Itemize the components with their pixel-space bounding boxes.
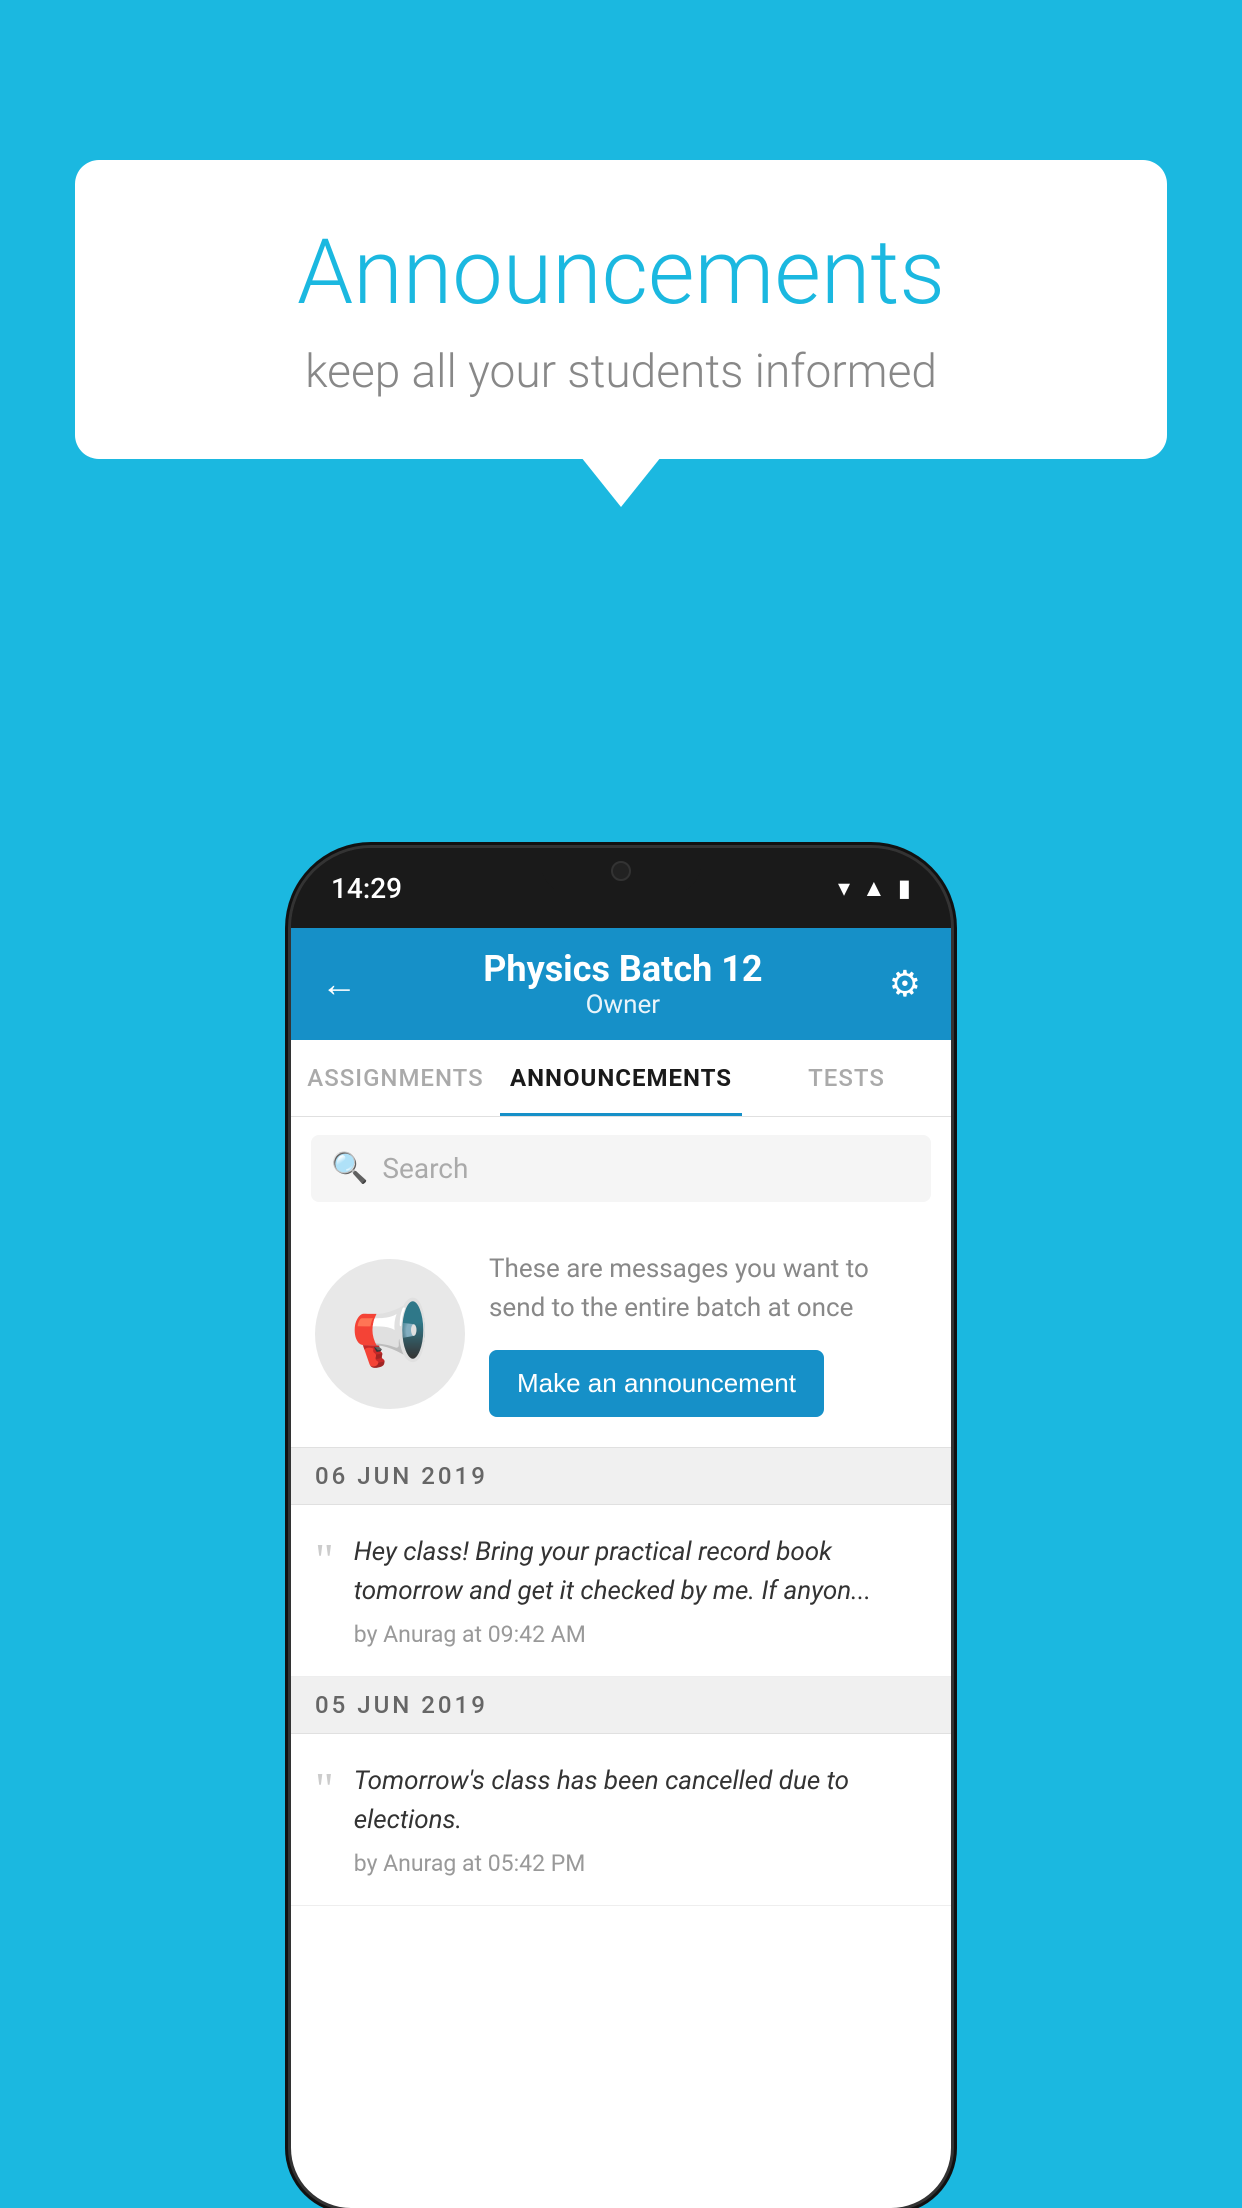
promo-icon-circle: 📢 xyxy=(315,1259,465,1409)
megaphone-icon: 📢 xyxy=(350,1296,430,1371)
search-icon: 🔍 xyxy=(331,1151,368,1186)
speech-bubble-card: Announcements keep all your students inf… xyxy=(75,160,1167,459)
battery-icon: ▮ xyxy=(898,874,911,902)
promo-section: 📢 These are messages you want to send to… xyxy=(291,1220,951,1448)
promo-text-area: These are messages you want to send to t… xyxy=(489,1250,927,1417)
camera-dot xyxy=(611,861,631,881)
announcement-text-2: Tomorrow's class has been cancelled due … xyxy=(354,1762,927,1840)
announcement-item-2[interactable]: " Tomorrow's class has been cancelled du… xyxy=(291,1734,951,1906)
announcement-meta-2: by Anurag at 05:42 PM xyxy=(354,1850,927,1877)
announcement-text-1: Hey class! Bring your practical record b… xyxy=(354,1533,927,1611)
phone-notch xyxy=(541,848,701,894)
announcement-meta-1: by Anurag at 09:42 AM xyxy=(354,1621,927,1648)
speech-bubble-section: Announcements keep all your students inf… xyxy=(75,160,1167,459)
search-input-wrap[interactable]: 🔍 Search xyxy=(311,1135,931,1202)
announcement-content-2: Tomorrow's class has been cancelled due … xyxy=(354,1762,927,1877)
header-title-area: Physics Batch 12 Owner xyxy=(357,948,889,1020)
quote-icon-1: " xyxy=(315,1537,334,1583)
speech-bubble-subtitle: keep all your students informed xyxy=(155,345,1087,399)
signal-icon: ▲ xyxy=(862,874,886,903)
tab-assignments[interactable]: ASSIGNMENTS xyxy=(291,1040,500,1116)
announcement-item-1[interactable]: " Hey class! Bring your practical record… xyxy=(291,1505,951,1677)
search-bar: 🔍 Search xyxy=(291,1117,951,1220)
tab-tests[interactable]: TESTS xyxy=(742,1040,951,1116)
make-announcement-button[interactable]: Make an announcement xyxy=(489,1350,824,1417)
header-subtitle: Owner xyxy=(357,990,889,1020)
tabs-bar: ASSIGNMENTS ANNOUNCEMENTS TESTS xyxy=(291,1040,951,1117)
back-button[interactable]: ← xyxy=(321,963,357,1005)
phone-screen: ← Physics Batch 12 Owner ⚙ ASSIGNMENTS A… xyxy=(291,928,951,2208)
speech-bubble-title: Announcements xyxy=(155,220,1087,325)
phone-frame: 14:29 ▾ ▲ ▮ ← Physics Batch 12 Owner ⚙ A… xyxy=(291,848,951,2208)
header-title: Physics Batch 12 xyxy=(357,948,889,990)
promo-description: These are messages you want to send to t… xyxy=(489,1250,927,1328)
status-time: 14:29 xyxy=(331,872,402,905)
tab-announcements[interactable]: ANNOUNCEMENTS xyxy=(500,1040,742,1116)
search-placeholder: Search xyxy=(382,1152,468,1185)
wifi-icon: ▾ xyxy=(838,874,850,902)
status-icons: ▾ ▲ ▮ xyxy=(838,874,911,903)
date-separator-1: 06 JUN 2019 xyxy=(291,1448,951,1505)
quote-icon-2: " xyxy=(315,1766,334,1812)
app-header: ← Physics Batch 12 Owner ⚙ xyxy=(291,928,951,1040)
settings-button[interactable]: ⚙ xyxy=(889,963,921,1005)
announcement-content-1: Hey class! Bring your practical record b… xyxy=(354,1533,927,1648)
date-separator-2: 05 JUN 2019 xyxy=(291,1677,951,1734)
